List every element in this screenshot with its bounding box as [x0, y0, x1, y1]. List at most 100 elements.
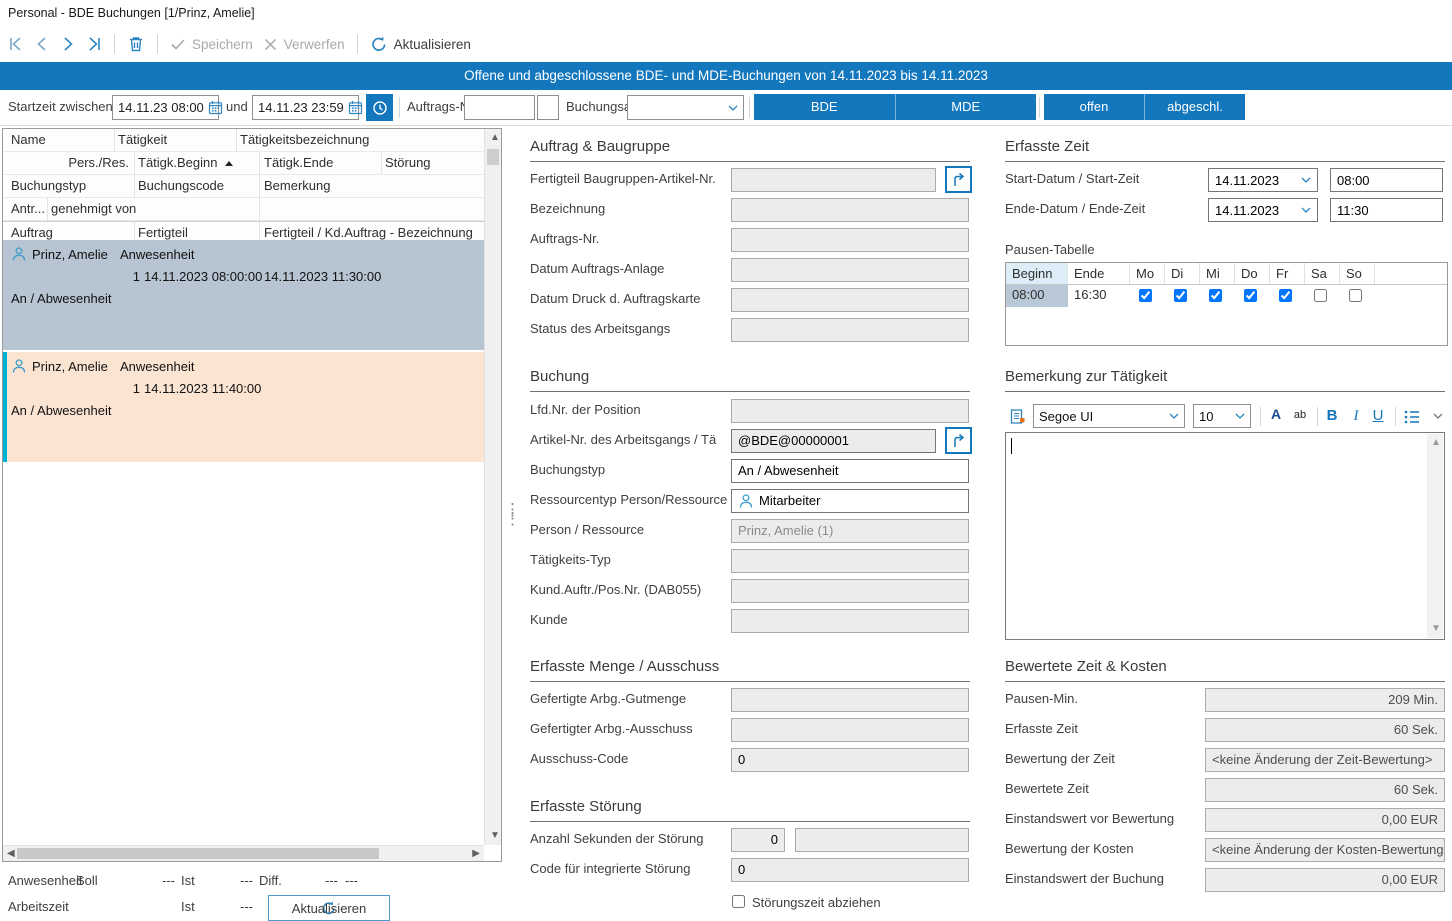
discard-button[interactable]: Verwerfen: [263, 37, 345, 52]
pausen-mo-checkbox[interactable]: [1139, 289, 1152, 302]
calendar-icon[interactable]: [208, 100, 223, 115]
col-fertigteil-bezeichnung[interactable]: Fertigteil / Kd.Auftrag - Bezeichnung: [264, 225, 473, 240]
offen-button[interactable]: offen: [1044, 94, 1144, 120]
font-color-icon[interactable]: A: [1267, 407, 1285, 421]
gutmenge-input[interactable]: [731, 688, 969, 712]
scrollbar-thumb[interactable]: [487, 149, 499, 165]
nav-prev-button[interactable]: [34, 36, 50, 52]
ressourcentyp-input[interactable]: Mitarbeiter: [731, 489, 969, 513]
abgeschl-button[interactable]: abgeschl.: [1144, 94, 1245, 120]
ausschuss-code-input[interactable]: 0: [731, 748, 969, 772]
delete-button[interactable]: [127, 35, 145, 53]
bemerkung-textarea[interactable]: ▲ ▼: [1005, 432, 1445, 640]
col-pers-res[interactable]: Pers./Res.: [63, 155, 129, 170]
horizontal-scrollbar[interactable]: ◀ ▶: [3, 845, 484, 861]
textarea-scrollbar[interactable]: ▲ ▼: [1427, 434, 1443, 638]
pausen-col-ende[interactable]: Ende: [1068, 263, 1130, 284]
lfd-nr-input[interactable]: [731, 399, 969, 423]
buchungsart-select[interactable]: [627, 95, 744, 120]
highlight-color-icon[interactable]: ab: [1290, 409, 1310, 421]
booking-row-2[interactable]: Prinz, Amelie Anwesenheit 1 14.11.2023 1…: [3, 352, 486, 462]
col-genehmigt-von[interactable]: genehmigt von: [51, 201, 136, 216]
refresh-button[interactable]: Aktualisieren: [370, 35, 471, 53]
save-button[interactable]: Speichern: [170, 36, 253, 52]
col-antrag[interactable]: Antr...: [11, 201, 45, 216]
pausen-col-beginn[interactable]: Beginn: [1006, 263, 1068, 284]
bde-button[interactable]: BDE: [754, 94, 895, 120]
auftrag-nr-input[interactable]: [464, 95, 535, 120]
col-taetigkeit[interactable]: Tätigkeit: [118, 132, 167, 147]
col-fertigteil[interactable]: Fertigteil: [138, 225, 188, 240]
mde-button[interactable]: MDE: [895, 94, 1037, 120]
stoerung-code-input[interactable]: 0: [731, 858, 969, 882]
underline-button[interactable]: U: [1369, 404, 1387, 428]
stoerung-text-input[interactable]: [795, 828, 969, 852]
datum-auftrags-anlage-input[interactable]: [731, 258, 969, 282]
pausen-col-fr[interactable]: Fr: [1270, 263, 1305, 284]
col-name[interactable]: Name: [11, 132, 46, 147]
pausen-beginn-cell[interactable]: 08:00: [1006, 285, 1068, 307]
taetigkeits-typ-input[interactable]: [731, 549, 969, 573]
col-buchungscode[interactable]: Buchungscode: [138, 178, 224, 193]
insert-text-module-icon[interactable]: [1009, 408, 1027, 426]
bold-button[interactable]: B: [1323, 404, 1341, 428]
panel-splitter[interactable]: ⋮⋮: [504, 505, 521, 523]
pausen-sa-checkbox[interactable]: [1314, 289, 1327, 302]
pausen-so-checkbox[interactable]: [1349, 289, 1362, 302]
nav-next-button[interactable]: [60, 36, 76, 52]
nav-first-button[interactable]: [8, 36, 24, 52]
kundauftr-pos-nr-input[interactable]: [731, 579, 969, 603]
col-taetigk-beginn[interactable]: Tätigk.Beginn: [138, 155, 218, 170]
col-bemerkung[interactable]: Bemerkung: [264, 178, 330, 193]
stoerungszeit-abziehen-checkbox[interactable]: [732, 895, 745, 908]
ausschuss-input[interactable]: [731, 718, 969, 742]
pausen-col-so[interactable]: So: [1340, 263, 1375, 284]
status-arbeitsgang-input[interactable]: [731, 318, 969, 342]
pausen-col-sa[interactable]: Sa: [1305, 263, 1340, 284]
pausen-col-di[interactable]: Di: [1165, 263, 1200, 284]
pausen-col-mo[interactable]: Mo: [1130, 263, 1165, 284]
time-filter-button[interactable]: [366, 94, 393, 121]
pausen-ende-cell[interactable]: 16:30: [1068, 285, 1130, 307]
font-name-select[interactable]: Segoe UI: [1033, 404, 1185, 428]
jump-to-artikel-button[interactable]: [945, 166, 972, 193]
col-buchungstyp[interactable]: Buchungstyp: [11, 178, 86, 193]
auftrags-nr-input[interactable]: [731, 228, 969, 252]
pausen-col-do[interactable]: Do: [1235, 263, 1270, 284]
fertigteil-artikel-nr-input[interactable]: [731, 168, 936, 192]
artikel-nr-arbeitsgang-input[interactable]: @BDE@00000001: [731, 429, 936, 453]
pausen-fr-checkbox[interactable]: [1279, 289, 1292, 302]
pausen-mi-checkbox[interactable]: [1209, 289, 1222, 302]
kunde-input[interactable]: [731, 609, 969, 633]
scroll-up-icon[interactable]: ▲: [490, 133, 500, 143]
nav-last-button[interactable]: [86, 36, 102, 52]
person-ressource-input[interactable]: Prinz, Amelie (1): [731, 519, 969, 543]
col-stoerung[interactable]: Störung: [385, 155, 431, 170]
more-options-icon[interactable]: [1433, 413, 1443, 419]
start-zeit-input[interactable]: 08:00: [1330, 168, 1443, 192]
scroll-down-icon[interactable]: ▼: [490, 831, 500, 841]
pausen-do-checkbox[interactable]: [1244, 289, 1257, 302]
booking-row-1[interactable]: Prinz, Amelie Anwesenheit 1 14.11.2023 0…: [3, 240, 486, 350]
pausen-col-mi[interactable]: Mi: [1200, 263, 1235, 284]
end-datetime-input[interactable]: 14.11.23 23:59: [252, 95, 359, 120]
scroll-up-icon[interactable]: ▲: [1431, 438, 1441, 448]
vertical-scrollbar[interactable]: ▲ ▼: [484, 129, 501, 845]
scrollbar-thumb[interactable]: [17, 848, 379, 859]
buchungstyp-input[interactable]: An / Abwesenheit: [731, 459, 969, 483]
scroll-left-icon[interactable]: ◀: [7, 849, 15, 859]
ende-zeit-input[interactable]: 11:30: [1330, 198, 1443, 222]
calendar-icon[interactable]: [348, 100, 363, 115]
jump-to-arbeitsgang-button[interactable]: [945, 427, 972, 454]
summary-refresh-button[interactable]: Aktualisieren: [268, 895, 390, 921]
bezeichnung-input[interactable]: [731, 198, 969, 222]
col-auftrag[interactable]: Auftrag: [11, 225, 53, 240]
bullet-list-icon[interactable]: [1403, 408, 1421, 426]
col-taetigk-ende[interactable]: Tätigk.Ende: [264, 155, 333, 170]
pausen-di-checkbox[interactable]: [1174, 289, 1187, 302]
datum-druck-input[interactable]: [731, 288, 969, 312]
stoerung-sekunden-input[interactable]: 0: [731, 828, 785, 852]
start-datetime-input[interactable]: 14.11.23 08:00: [112, 95, 219, 120]
scroll-right-icon[interactable]: ▶: [472, 849, 480, 859]
scroll-down-icon[interactable]: ▼: [1431, 624, 1441, 634]
